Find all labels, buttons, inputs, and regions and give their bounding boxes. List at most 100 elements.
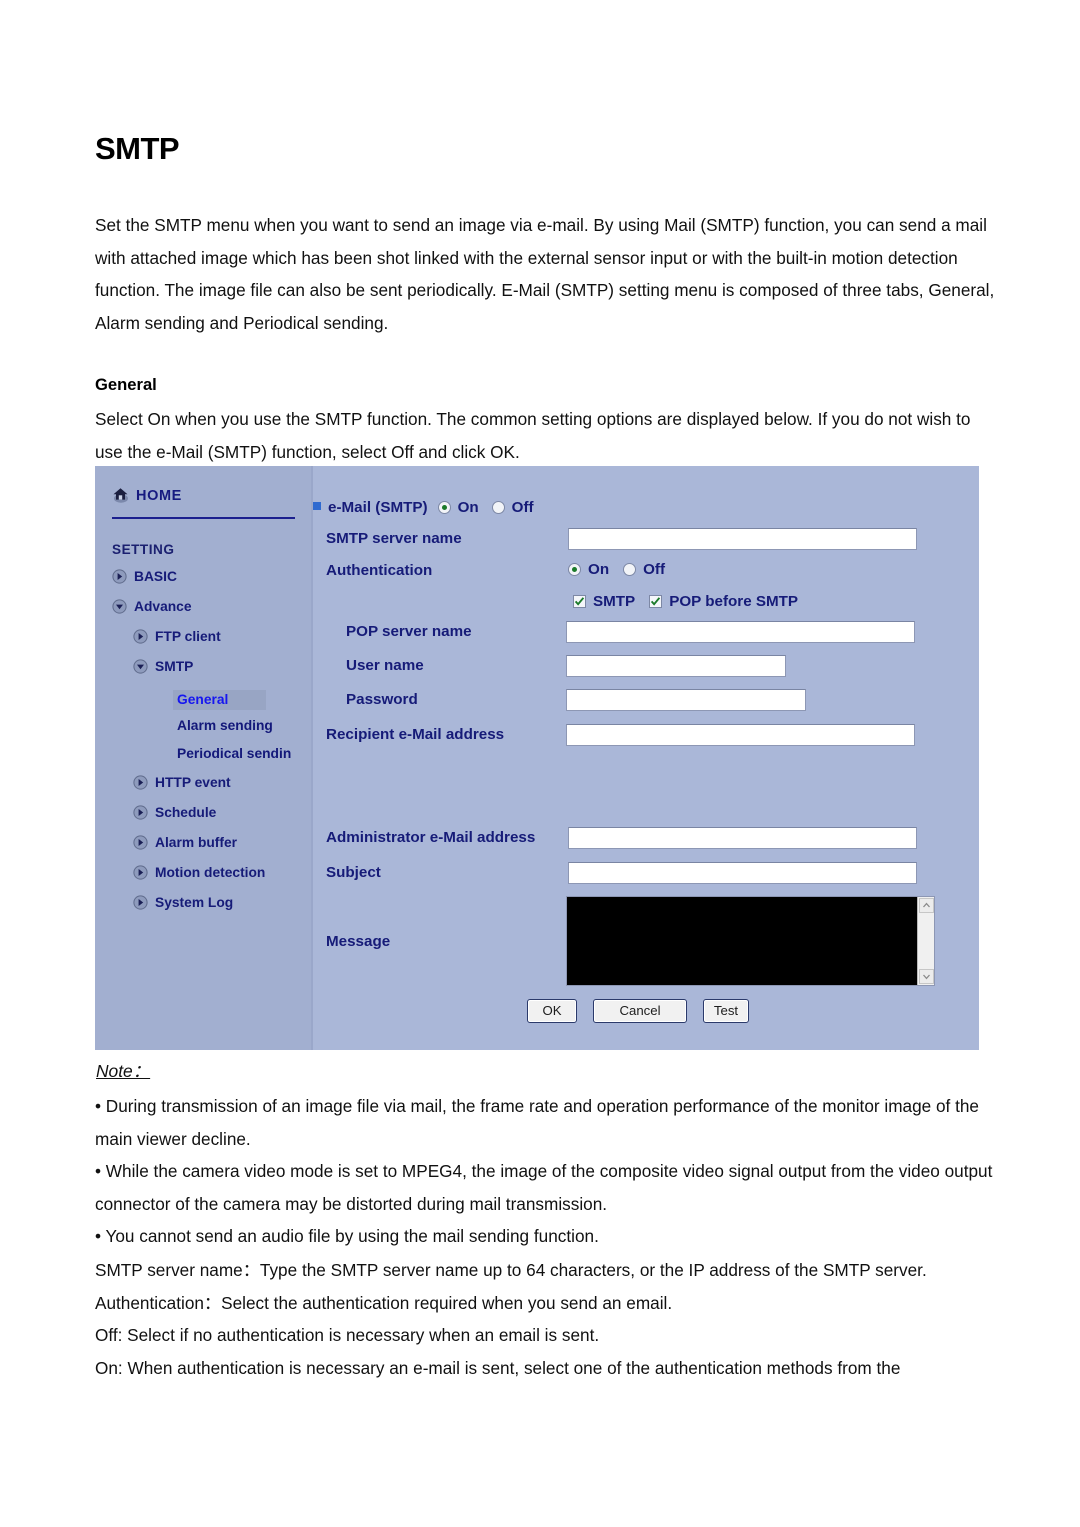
scroll-up-icon[interactable] [918, 898, 934, 913]
authentication-on-label: On [588, 561, 610, 578]
checkbox-checked-icon [573, 595, 586, 608]
user-name-input[interactable] [566, 655, 786, 677]
checkbox-smtp-label: SMTP [593, 593, 636, 610]
authentication-label: Authentication [326, 562, 433, 579]
message-textarea-content[interactable] [567, 897, 917, 985]
message-scrollbar[interactable] [917, 897, 934, 985]
checkbox-smtp[interactable]: SMTP [573, 593, 635, 610]
cancel-button[interactable]: Cancel [593, 999, 687, 1023]
chevron-right-icon [133, 865, 148, 880]
sidebar-home-label: HOME [136, 487, 182, 504]
page-title: SMTP [95, 131, 180, 166]
tail-item: Off: Select if no authentication is nece… [95, 1325, 600, 1346]
form-button-row: OK Cancel Test [527, 999, 749, 1023]
document-page: SMTP Set the SMTP menu when you want to … [0, 0, 1080, 1527]
sidebar-item-label: HTTP event [155, 775, 231, 790]
email-smtp-radio-on[interactable]: On [437, 499, 479, 516]
subject-label: Subject [326, 864, 381, 881]
email-smtp-off-label: Off [511, 499, 534, 516]
email-smtp-on-label: On [457, 499, 479, 516]
chevron-down-icon [112, 599, 127, 614]
sidebar-item-label: Schedule [155, 805, 217, 820]
chevron-right-icon [133, 629, 148, 644]
chevron-right-icon [133, 805, 148, 820]
sidebar-item-label: System Log [155, 895, 234, 910]
sidebar-item-alarm-buffer[interactable]: Alarm buffer [133, 835, 237, 850]
checkbox-pop-label: POP before SMTP [669, 593, 799, 610]
sidebar-item-general[interactable]: General [173, 690, 267, 710]
test-button[interactable]: Test [703, 999, 749, 1023]
chevron-down-icon [133, 659, 148, 674]
note-item: • You cannot send an audio file by using… [95, 1226, 599, 1247]
ok-button[interactable]: OK [527, 999, 577, 1023]
message-label: Message [326, 933, 391, 950]
sidebar-item-smtp[interactable]: SMTP [133, 659, 193, 674]
radio-off-icon [491, 501, 505, 514]
sidebar-setting-label: SETTING [112, 542, 175, 557]
sidebar-item-alarm-sending[interactable]: Alarm sending [177, 718, 273, 733]
smtp-server-name-input[interactable] [568, 528, 917, 550]
email-smtp-row: e-Mail (SMTP) On Off [313, 499, 534, 516]
email-smtp-label: e-Mail (SMTP) [328, 499, 428, 516]
intro-paragraph: Set the SMTP menu when you want to send … [95, 215, 995, 333]
authentication-off-label: Off [643, 561, 666, 578]
tail-item: On: When authentication is necessary an … [95, 1357, 901, 1378]
pop-server-name-label: POP server name [346, 623, 472, 640]
password-label: Password [346, 691, 418, 708]
recipient-email-input[interactable] [566, 724, 915, 746]
authentication-radio-off[interactable]: Off [623, 561, 665, 578]
sidebar-item-label: FTP client [155, 629, 221, 644]
authentication-radio-on[interactable]: On [568, 561, 609, 578]
sidebar-item-schedule[interactable]: Schedule [133, 805, 216, 820]
notes-list: • During transmission of an image file v… [95, 1090, 998, 1253]
sidebar-item-periodical-sending[interactable]: Periodical sendin [177, 746, 291, 761]
sidebar-item-label: Alarm buffer [155, 835, 238, 850]
camera-settings-screenshot: HOME SETTING BASIC Advance FTP client SM… [95, 466, 979, 1050]
sidebar-item-label: Advance [134, 599, 192, 614]
password-input[interactable] [566, 689, 806, 711]
authentication-methods-row: SMTP POP before SMTP [573, 593, 798, 610]
chevron-right-icon [133, 775, 148, 790]
recipient-email-label: Recipient e-Mail address [326, 726, 505, 743]
bullet-square-icon [313, 502, 321, 510]
tail-item: SMTP server name：Type the SMTP server na… [95, 1260, 927, 1280]
tail-item: Authentication：Select the authentication… [95, 1292, 673, 1313]
authentication-radio-row: On Off [568, 561, 665, 578]
note-item: • During transmission of an image file v… [95, 1096, 979, 1149]
administrator-email-label: Administrator e-Mail address [326, 829, 536, 846]
user-name-label: User name [346, 657, 424, 674]
sidebar-item-basic[interactable]: BASIC [112, 569, 177, 584]
note-item: • While the camera video mode is set to … [95, 1161, 993, 1214]
sidebar-item-ftp-client[interactable]: FTP client [133, 629, 221, 644]
pop-server-name-input[interactable] [566, 621, 915, 643]
checkbox-checked-icon [649, 595, 663, 608]
sidebar-divider [112, 517, 295, 519]
scroll-down-icon[interactable] [918, 969, 934, 984]
checkbox-pop-before-smtp[interactable]: POP before SMTP [649, 593, 798, 610]
chevron-right-icon [112, 569, 127, 584]
chevron-right-icon [133, 895, 148, 910]
sidebar-item-label: BASIC [134, 569, 177, 584]
chevron-right-icon [133, 835, 148, 850]
section-heading-general: General [95, 375, 157, 394]
sidebar-item-http-event[interactable]: HTTP event [133, 775, 231, 790]
sidebar-item-advance[interactable]: Advance [112, 599, 192, 614]
sidebar-item-label: Motion detection [155, 865, 266, 880]
screenshot-sidebar: HOME SETTING BASIC Advance FTP client SM… [95, 466, 313, 1050]
radio-off-icon [623, 563, 637, 576]
section-body-general: Select On when you use the SMTP function… [95, 409, 971, 462]
sidebar-item-home[interactable]: HOME [112, 487, 182, 504]
sidebar-item-label: SMTP [155, 659, 194, 674]
home-icon [112, 487, 129, 504]
administrator-email-input[interactable] [568, 827, 917, 849]
tail-paragraphs: SMTP server name：Type the SMTP server na… [95, 1254, 998, 1384]
screenshot-form-panel: e-Mail (SMTP) On Off SMTP server name Au… [313, 466, 979, 1050]
subject-input[interactable] [568, 862, 917, 884]
note-label: Note： [96, 1061, 151, 1081]
smtp-server-name-label: SMTP server name [326, 530, 462, 547]
sidebar-item-motion-detection[interactable]: Motion detection [133, 865, 265, 880]
email-smtp-radio-off[interactable]: Off [491, 499, 534, 516]
sidebar-item-system-log[interactable]: System Log [133, 895, 233, 910]
radio-on-icon [437, 501, 451, 514]
message-textarea[interactable] [566, 896, 935, 986]
